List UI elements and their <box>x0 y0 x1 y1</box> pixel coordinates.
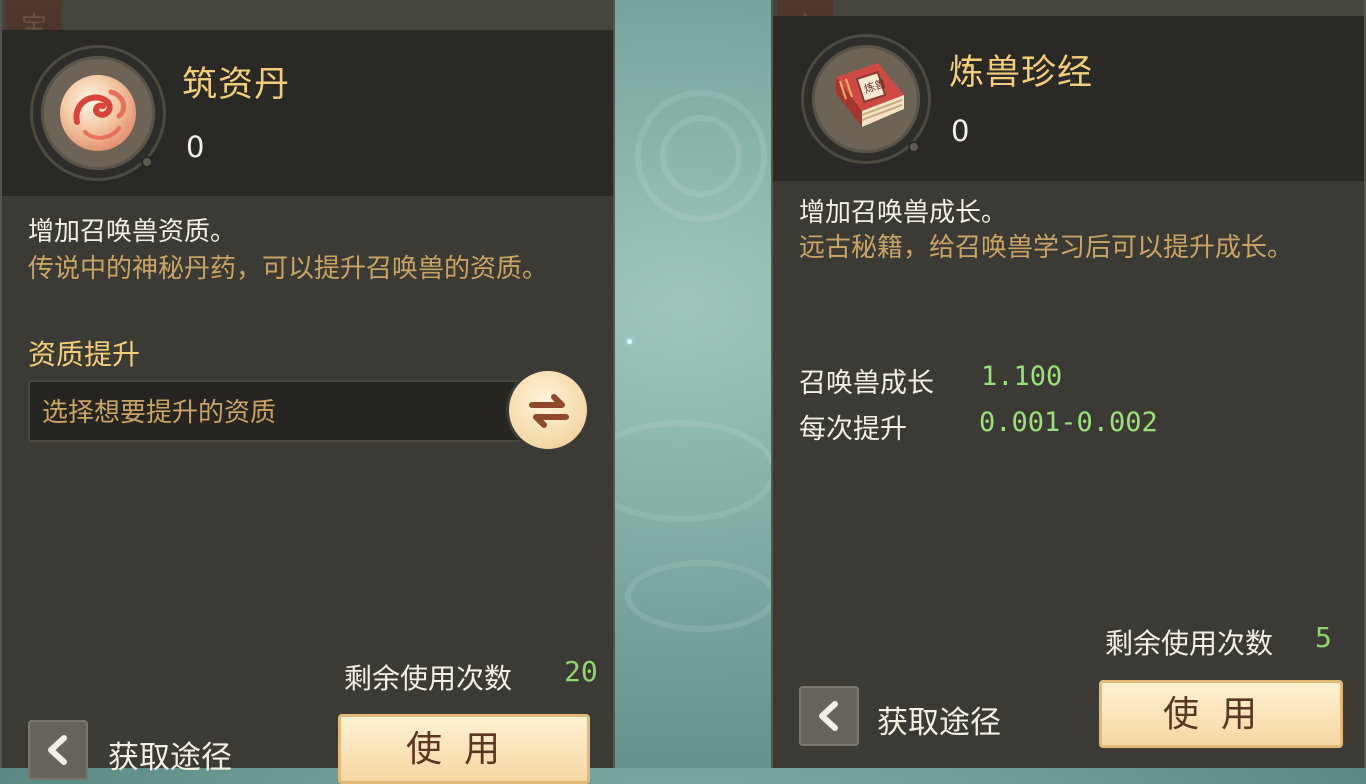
sparkle <box>627 339 632 344</box>
quality-upgrade-title: 资质提升 <box>28 338 141 371</box>
swap-quality-button[interactable] <box>506 368 590 452</box>
item-icon-frame[interactable]: 炼兽 <box>801 34 931 164</box>
stat-label-growth: 召唤兽成长 <box>799 368 934 399</box>
quality-select[interactable]: 选择想要提升的资质 <box>28 380 528 442</box>
item-title: 炼兽珍经 <box>949 53 1094 93</box>
remaining-uses-value: 5 <box>1315 621 1332 654</box>
stat-label-increment: 每次提升 <box>799 414 907 445</box>
chevron-left-icon <box>819 701 838 731</box>
item-count: 0 <box>186 130 205 164</box>
source-label[interactable]: 获取途径 <box>877 697 1001 742</box>
item-lore: 传说中的神秘丹药，可以提升召唤兽的资质。 <box>28 254 549 284</box>
remaining-uses-value: 20 <box>564 655 598 688</box>
pill-orb-icon <box>60 75 136 151</box>
item-description: 增加召唤兽资质。 <box>28 217 237 247</box>
item-detail-panel-right: 宝 炼兽 炼兽珍经 0 增加召唤兽成长。 远古秘籍，给召唤兽学习后可以提升成长。… <box>771 0 1366 768</box>
background-scenery <box>615 0 773 768</box>
stat-value-increment: 0.001-0.002 <box>979 407 1158 438</box>
item-lore: 远古秘籍，给召唤兽学习后可以提升成长。 <box>799 233 1294 263</box>
source-back-button[interactable] <box>799 686 859 746</box>
item-count: 0 <box>951 114 970 148</box>
item-icon-frame[interactable] <box>30 45 166 181</box>
use-button[interactable]: 使用 <box>338 714 590 784</box>
item-title: 筑资丹 <box>182 65 291 105</box>
red-book-icon: 炼兽 <box>836 63 904 127</box>
chevron-left-icon <box>48 735 67 765</box>
quality-select-placeholder: 选择想要提升的资质 <box>42 398 277 428</box>
swap-arrows-icon <box>529 394 569 428</box>
remaining-uses-label: 剩余使用次数 <box>1105 627 1274 660</box>
panel-top-bar <box>2 0 613 31</box>
source-back-button[interactable] <box>28 720 88 780</box>
item-detail-panel-left: 宝 筑资丹 0 增加召唤兽资质。 传说中的神秘丹药，可以提升召唤兽的资质。 资质… <box>0 0 615 784</box>
panel-top-bar <box>773 0 1364 17</box>
item-description: 增加召唤兽成长。 <box>799 198 1008 228</box>
source-label[interactable]: 获取途径 <box>108 732 232 777</box>
remaining-uses-label: 剩余使用次数 <box>344 662 513 695</box>
use-button[interactable]: 使用 <box>1099 680 1343 748</box>
stat-value-growth: 1.100 <box>981 361 1063 392</box>
